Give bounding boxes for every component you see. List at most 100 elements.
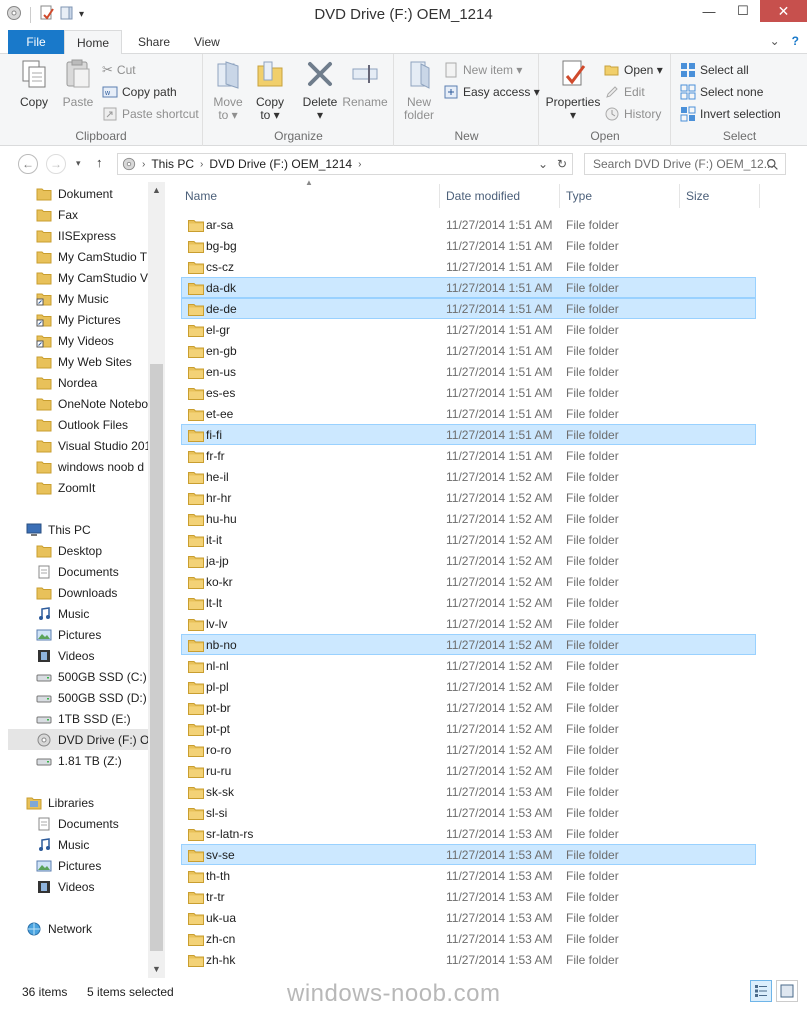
sidebar-item-fax[interactable]: Fax [8, 204, 148, 225]
file-row[interactable]: lt-lt 11/27/2014 1:52 AM File folder [181, 592, 756, 613]
sidebar-item-my-videos[interactable]: My Videos [8, 330, 148, 351]
copy-button[interactable]: Copy [14, 58, 54, 109]
edit-button[interactable]: Edit [604, 84, 645, 100]
tab-home[interactable]: Home [64, 30, 122, 55]
file-row[interactable]: el-gr 11/27/2014 1:51 AM File folder [181, 319, 756, 340]
address-box[interactable]: › This PC › DVD Drive (F:) OEM_1214 › ⌄ … [117, 153, 573, 175]
sidebar-item-nordea[interactable]: Nordea [8, 372, 148, 393]
sidebar-item-pictures[interactable]: Pictures [8, 624, 148, 645]
file-row[interactable]: cs-cz 11/27/2014 1:51 AM File folder [181, 256, 756, 277]
sidebar-item-my-music[interactable]: My Music [8, 288, 148, 309]
select-all-button[interactable]: Select all [680, 62, 749, 78]
file-row[interactable]: de-de 11/27/2014 1:51 AM File folder [181, 298, 756, 319]
help-button[interactable]: ? [792, 34, 799, 48]
delete-button[interactable]: Delete ▾ [300, 58, 340, 122]
easy-access-button[interactable]: Easy access ▾ [443, 84, 540, 100]
file-row[interactable]: ro-ro 11/27/2014 1:52 AM File folder [181, 739, 756, 760]
file-row[interactable]: it-it 11/27/2014 1:52 AM File folder [181, 529, 756, 550]
file-row[interactable]: ja-jp 11/27/2014 1:52 AM File folder [181, 550, 756, 571]
file-row[interactable]: da-dk 11/27/2014 1:51 AM File folder [181, 277, 756, 298]
file-row[interactable]: zh-cn 11/27/2014 1:53 AM File folder [181, 928, 756, 949]
file-row[interactable]: pl-pl 11/27/2014 1:52 AM File folder [181, 676, 756, 697]
copy-path-button[interactable]: w Copy path [102, 84, 177, 100]
sidebar-item-onenote-notebo[interactable]: OneNote Notebo [8, 393, 148, 414]
up-button[interactable]: ↑ [96, 155, 103, 170]
file-row[interactable]: et-ee 11/27/2014 1:51 AM File folder [181, 403, 756, 424]
sidebar-item-visual-studio-201[interactable]: Visual Studio 201 [8, 435, 148, 456]
sidebar-item-documents[interactable]: Documents [8, 561, 148, 582]
history-button[interactable]: History [604, 106, 661, 122]
sidebar-item-this-pc[interactable]: This PC [8, 519, 148, 540]
select-none-button[interactable]: Select none [680, 84, 763, 100]
expand-ribbon-button[interactable]: ⌄ [770, 34, 780, 48]
file-row[interactable]: uk-ua 11/27/2014 1:53 AM File folder [181, 907, 756, 928]
sidebar-item-library-pictures[interactable]: Pictures [8, 855, 148, 876]
column-separator[interactable] [439, 184, 440, 208]
file-row[interactable]: fi-fi 11/27/2014 1:51 AM File folder [181, 424, 756, 445]
column-header-type[interactable]: Type [566, 182, 592, 210]
sidebar-item-my-web-sites[interactable]: My Web Sites [8, 351, 148, 372]
file-row[interactable]: pt-pt 11/27/2014 1:52 AM File folder [181, 718, 756, 739]
file-row[interactable]: sr-latn-rs 11/27/2014 1:53 AM File folder [181, 823, 756, 844]
file-row[interactable]: sl-si 11/27/2014 1:53 AM File folder [181, 802, 756, 823]
sidebar-item-videos[interactable]: Videos [8, 645, 148, 666]
sidebar-item-iisexpress[interactable]: IISExpress [8, 225, 148, 246]
paste-button[interactable]: Paste [58, 58, 98, 109]
file-row[interactable]: he-il 11/27/2014 1:52 AM File folder [181, 466, 756, 487]
tab-view[interactable]: View [180, 30, 234, 54]
sidebar-item-dokument[interactable]: Dokument [8, 183, 148, 204]
file-row[interactable]: pt-br 11/27/2014 1:52 AM File folder [181, 697, 756, 718]
scrollbar-thumb[interactable] [150, 364, 163, 951]
file-row[interactable]: bg-bg 11/27/2014 1:51 AM File folder [181, 235, 756, 256]
column-separator[interactable] [759, 184, 760, 208]
file-row[interactable]: nl-nl 11/27/2014 1:52 AM File folder [181, 655, 756, 676]
sidebar-item-my-pictures[interactable]: My Pictures [8, 309, 148, 330]
sidebar-item-dvd-drive-f-oe[interactable]: DVD Drive (F:) OE [8, 729, 148, 750]
column-header-name[interactable]: Name [185, 182, 217, 210]
tab-file[interactable]: File [8, 30, 64, 54]
address-history-dropdown[interactable]: ⌄ [538, 157, 548, 171]
sidebar-item-downloads[interactable]: Downloads [8, 582, 148, 603]
search-input[interactable]: Search DVD Drive (F:) OEM_12... [584, 153, 786, 175]
sidebar-item-library-music[interactable]: Music [8, 834, 148, 855]
move-to-button[interactable]: Move to ▾ [210, 58, 246, 122]
file-row[interactable]: ar-sa 11/27/2014 1:51 AM File folder [181, 214, 756, 235]
breadcrumb-this-pc[interactable]: This PC [151, 157, 194, 171]
paste-shortcut-button[interactable]: Paste shortcut [102, 106, 199, 122]
recent-locations-icon[interactable]: ▾ [76, 158, 81, 169]
maximize-button[interactable]: ☐ [726, 0, 760, 22]
open-button[interactable]: Open ▾ [604, 62, 663, 78]
column-header-size[interactable]: Size [686, 182, 709, 210]
sidebar-item-music[interactable]: Music [8, 603, 148, 624]
sidebar-item-libraries[interactable]: Libraries [8, 792, 148, 813]
sidebar-item-500gb-ssd-d-[interactable]: 500GB SSD (D:) [8, 687, 148, 708]
sidebar-item-500gb-ssd-c-[interactable]: 500GB SSD (C:) [8, 666, 148, 687]
file-row[interactable]: th-th 11/27/2014 1:53 AM File folder [181, 865, 756, 886]
minimize-button[interactable]: — [692, 0, 726, 22]
file-row[interactable]: es-es 11/27/2014 1:51 AM File folder [181, 382, 756, 403]
file-row[interactable]: sk-sk 11/27/2014 1:53 AM File folder [181, 781, 756, 802]
new-folder-button[interactable]: New folder [401, 58, 437, 122]
sidebar-item-my-camstudio-t[interactable]: My CamStudio T [8, 246, 148, 267]
cut-button[interactable]: ✂ Cut [102, 62, 136, 78]
breadcrumb-dvd-drive[interactable]: DVD Drive (F:) OEM_1214 [209, 157, 352, 171]
file-row[interactable]: fr-fr 11/27/2014 1:51 AM File folder [181, 445, 756, 466]
column-header-date-modified[interactable]: Date modified [446, 182, 520, 210]
copy-to-button[interactable]: Copy to ▾ [252, 58, 288, 122]
sidebar-item-library-documents[interactable]: Documents [8, 813, 148, 834]
file-row[interactable]: en-us 11/27/2014 1:51 AM File folder [181, 361, 756, 382]
scroll-down-arrow[interactable]: ▼ [148, 961, 165, 978]
details-view-button[interactable] [750, 980, 772, 1002]
large-icons-view-button[interactable] [776, 980, 798, 1002]
back-button[interactable]: ← [18, 154, 38, 174]
scroll-up-arrow[interactable]: ▲ [148, 182, 165, 199]
navigation-pane-scrollbar[interactable]: ▲ ▼ [148, 182, 165, 978]
column-separator[interactable] [559, 184, 560, 208]
new-item-button[interactable]: New item ▾ [443, 62, 522, 78]
sidebar-item-windows-noob-d[interactable]: windows noob d [8, 456, 148, 477]
file-row[interactable]: en-gb 11/27/2014 1:51 AM File folder [181, 340, 756, 361]
sidebar-item-library-videos[interactable]: Videos [8, 876, 148, 897]
forward-button[interactable]: → [46, 154, 66, 174]
rename-button[interactable]: Rename [342, 58, 388, 109]
file-row[interactable]: ru-ru 11/27/2014 1:52 AM File folder [181, 760, 756, 781]
